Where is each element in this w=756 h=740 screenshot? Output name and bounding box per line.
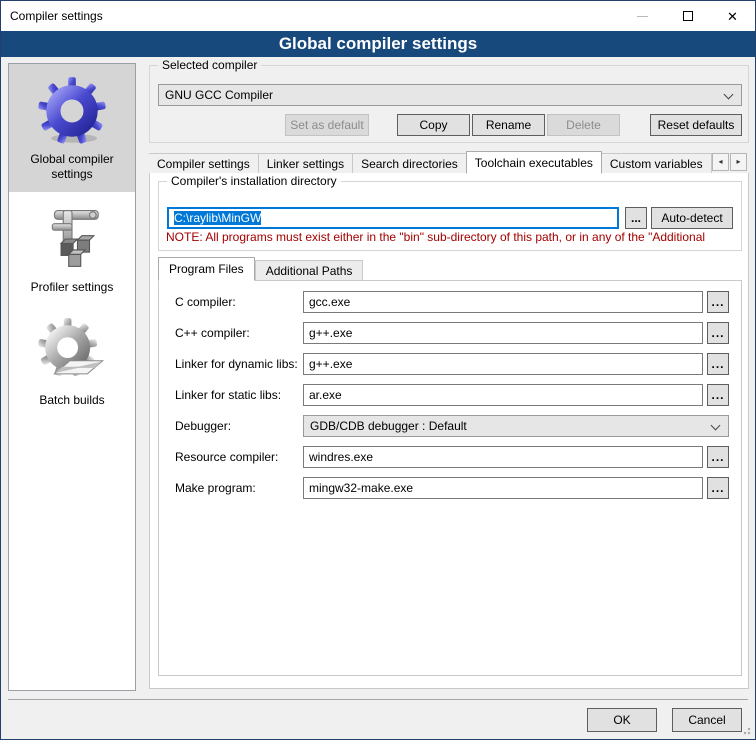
debugger-label: Debugger: xyxy=(175,415,231,437)
program-files-page: C compiler: gcc.exe ... C++ compiler: g+… xyxy=(158,280,742,676)
caliper-icon xyxy=(37,204,107,274)
linker-dynamic-input[interactable]: g++.exe xyxy=(303,353,703,375)
toolchain-executables-page: Compiler's installation directory C:\ray… xyxy=(149,173,749,689)
chevron-down-icon xyxy=(724,90,734,100)
compiler-select-value: GNU GCC Compiler xyxy=(165,88,273,102)
linker-static-label: Linker for static libs: xyxy=(175,384,281,406)
debugger-select-value: GDB/CDB debugger : Default xyxy=(310,419,467,433)
footer-divider xyxy=(8,699,748,700)
installation-directory-input[interactable]: C:\raylib\MinGW xyxy=(167,207,619,229)
debugger-select[interactable]: GDB/CDB debugger : Default xyxy=(303,415,729,437)
compiler-select[interactable]: GNU GCC Compiler xyxy=(158,84,742,106)
rename-button[interactable]: Rename xyxy=(472,114,545,136)
program-tabs: Program FilesAdditional Paths xyxy=(158,257,363,281)
compiler-settings-dialog: Compiler settings ✕ Global compiler sett… xyxy=(0,0,756,740)
tab-scroll-left-icon[interactable]: ◂ xyxy=(712,153,729,171)
c-compiler-browse-button[interactable]: ... xyxy=(707,291,729,313)
linker-dynamic-label: Linker for dynamic libs: xyxy=(175,353,298,375)
installation-directory-group-label: Compiler's installation directory xyxy=(167,174,341,188)
cancel-button[interactable]: Cancel xyxy=(672,708,742,732)
resize-grip[interactable] xyxy=(741,725,751,735)
installation-directory-value: C:\raylib\MinGW xyxy=(174,211,261,225)
sidebar-item-global-compiler-settings[interactable]: Global compiler settings xyxy=(9,64,135,192)
titlebar: Compiler settings ✕ xyxy=(1,1,755,31)
make-program-browse-button[interactable]: ... xyxy=(707,477,729,499)
resource-compiler-label: Resource compiler: xyxy=(175,446,278,468)
window-title: Compiler settings xyxy=(1,9,620,23)
c-compiler-row: C compiler: gcc.exe ... xyxy=(159,291,741,313)
tab-custom-variables[interactable]: Custom variables xyxy=(602,153,712,174)
settings-category-list: Global compiler settings xyxy=(8,63,136,691)
tab-additional-paths[interactable]: Additional Paths xyxy=(255,260,364,281)
sidebar-item-profiler-settings[interactable]: Profiler settings xyxy=(9,192,135,305)
bin-subdirectory-note: NOTE: All programs must exist either in … xyxy=(166,230,742,245)
cpp-compiler-browse-button[interactable]: ... xyxy=(707,322,729,344)
auto-detect-button[interactable]: Auto-detect xyxy=(651,207,733,229)
resource-compiler-browse-button[interactable]: ... xyxy=(707,446,729,468)
sidebar-item-label: Profiler settings xyxy=(9,280,135,305)
tab-search-directories[interactable]: Search directories xyxy=(353,153,467,174)
tab-toolchain-executables[interactable]: Toolchain executables xyxy=(466,151,602,174)
cpp-compiler-label: C++ compiler: xyxy=(175,322,250,344)
cpp-compiler-row: C++ compiler: g++.exe ... xyxy=(159,322,741,344)
linker-static-input[interactable]: ar.exe xyxy=(303,384,703,406)
sidebar-item-label: Batch builds xyxy=(9,393,135,418)
linker-dynamic-browse-button[interactable]: ... xyxy=(707,353,729,375)
resource-compiler-input[interactable]: windres.exe xyxy=(303,446,703,468)
cpp-compiler-input[interactable]: g++.exe xyxy=(303,322,703,344)
settings-tabstrip: Compiler settingsLinker settingsSearch d… xyxy=(149,151,749,174)
dialog-content: Global compiler settings xyxy=(1,57,755,739)
minimize-icon xyxy=(637,16,648,17)
tab-program-files[interactable]: Program Files xyxy=(158,257,255,281)
selected-compiler-group: Selected compiler GNU GCC Compiler Set a… xyxy=(149,65,749,143)
tab-linker-settings[interactable]: Linker settings xyxy=(259,153,353,174)
linker-static-row: Linker for static libs: ar.exe ... xyxy=(159,384,741,406)
close-button[interactable]: ✕ xyxy=(710,1,755,31)
sidebar-item-batch-builds[interactable]: Batch builds xyxy=(9,305,135,418)
close-icon: ✕ xyxy=(727,10,738,23)
copy-button[interactable]: Copy xyxy=(397,114,470,136)
maximize-icon xyxy=(683,11,693,21)
page-title: Global compiler settings xyxy=(1,31,755,57)
minimize-button[interactable] xyxy=(620,1,665,31)
selected-compiler-group-label: Selected compiler xyxy=(158,58,261,72)
linker-dynamic-row: Linker for dynamic libs: g++.exe ... xyxy=(159,353,741,375)
c-compiler-input[interactable]: gcc.exe xyxy=(303,291,703,313)
resource-compiler-row: Resource compiler: windres.exe ... xyxy=(159,446,741,468)
linker-static-browse-button[interactable]: ... xyxy=(707,384,729,406)
gray-gear-stack-icon xyxy=(37,317,107,387)
sidebar-item-label: Global compiler settings xyxy=(9,152,135,192)
debugger-row: Debugger: GDB/CDB debugger : Default xyxy=(159,415,741,437)
make-program-label: Make program: xyxy=(175,477,256,499)
ok-button[interactable]: OK xyxy=(587,708,657,732)
c-compiler-label: C compiler: xyxy=(175,291,236,313)
delete-button[interactable]: Delete xyxy=(547,114,620,136)
maximize-button[interactable] xyxy=(665,1,710,31)
set-as-default-button[interactable]: Set as default xyxy=(285,114,369,136)
make-program-row: Make program: mingw32-make.exe ... xyxy=(159,477,741,499)
blue-gear-icon xyxy=(37,76,107,146)
reset-defaults-button[interactable]: Reset defaults xyxy=(650,114,742,136)
make-program-input[interactable]: mingw32-make.exe xyxy=(303,477,703,499)
tab-scroll-right-icon[interactable]: ▸ xyxy=(730,153,747,171)
installation-directory-browse-button[interactable]: ... xyxy=(625,207,647,229)
tab-compiler-settings[interactable]: Compiler settings xyxy=(149,153,259,174)
chevron-down-icon xyxy=(711,421,721,431)
